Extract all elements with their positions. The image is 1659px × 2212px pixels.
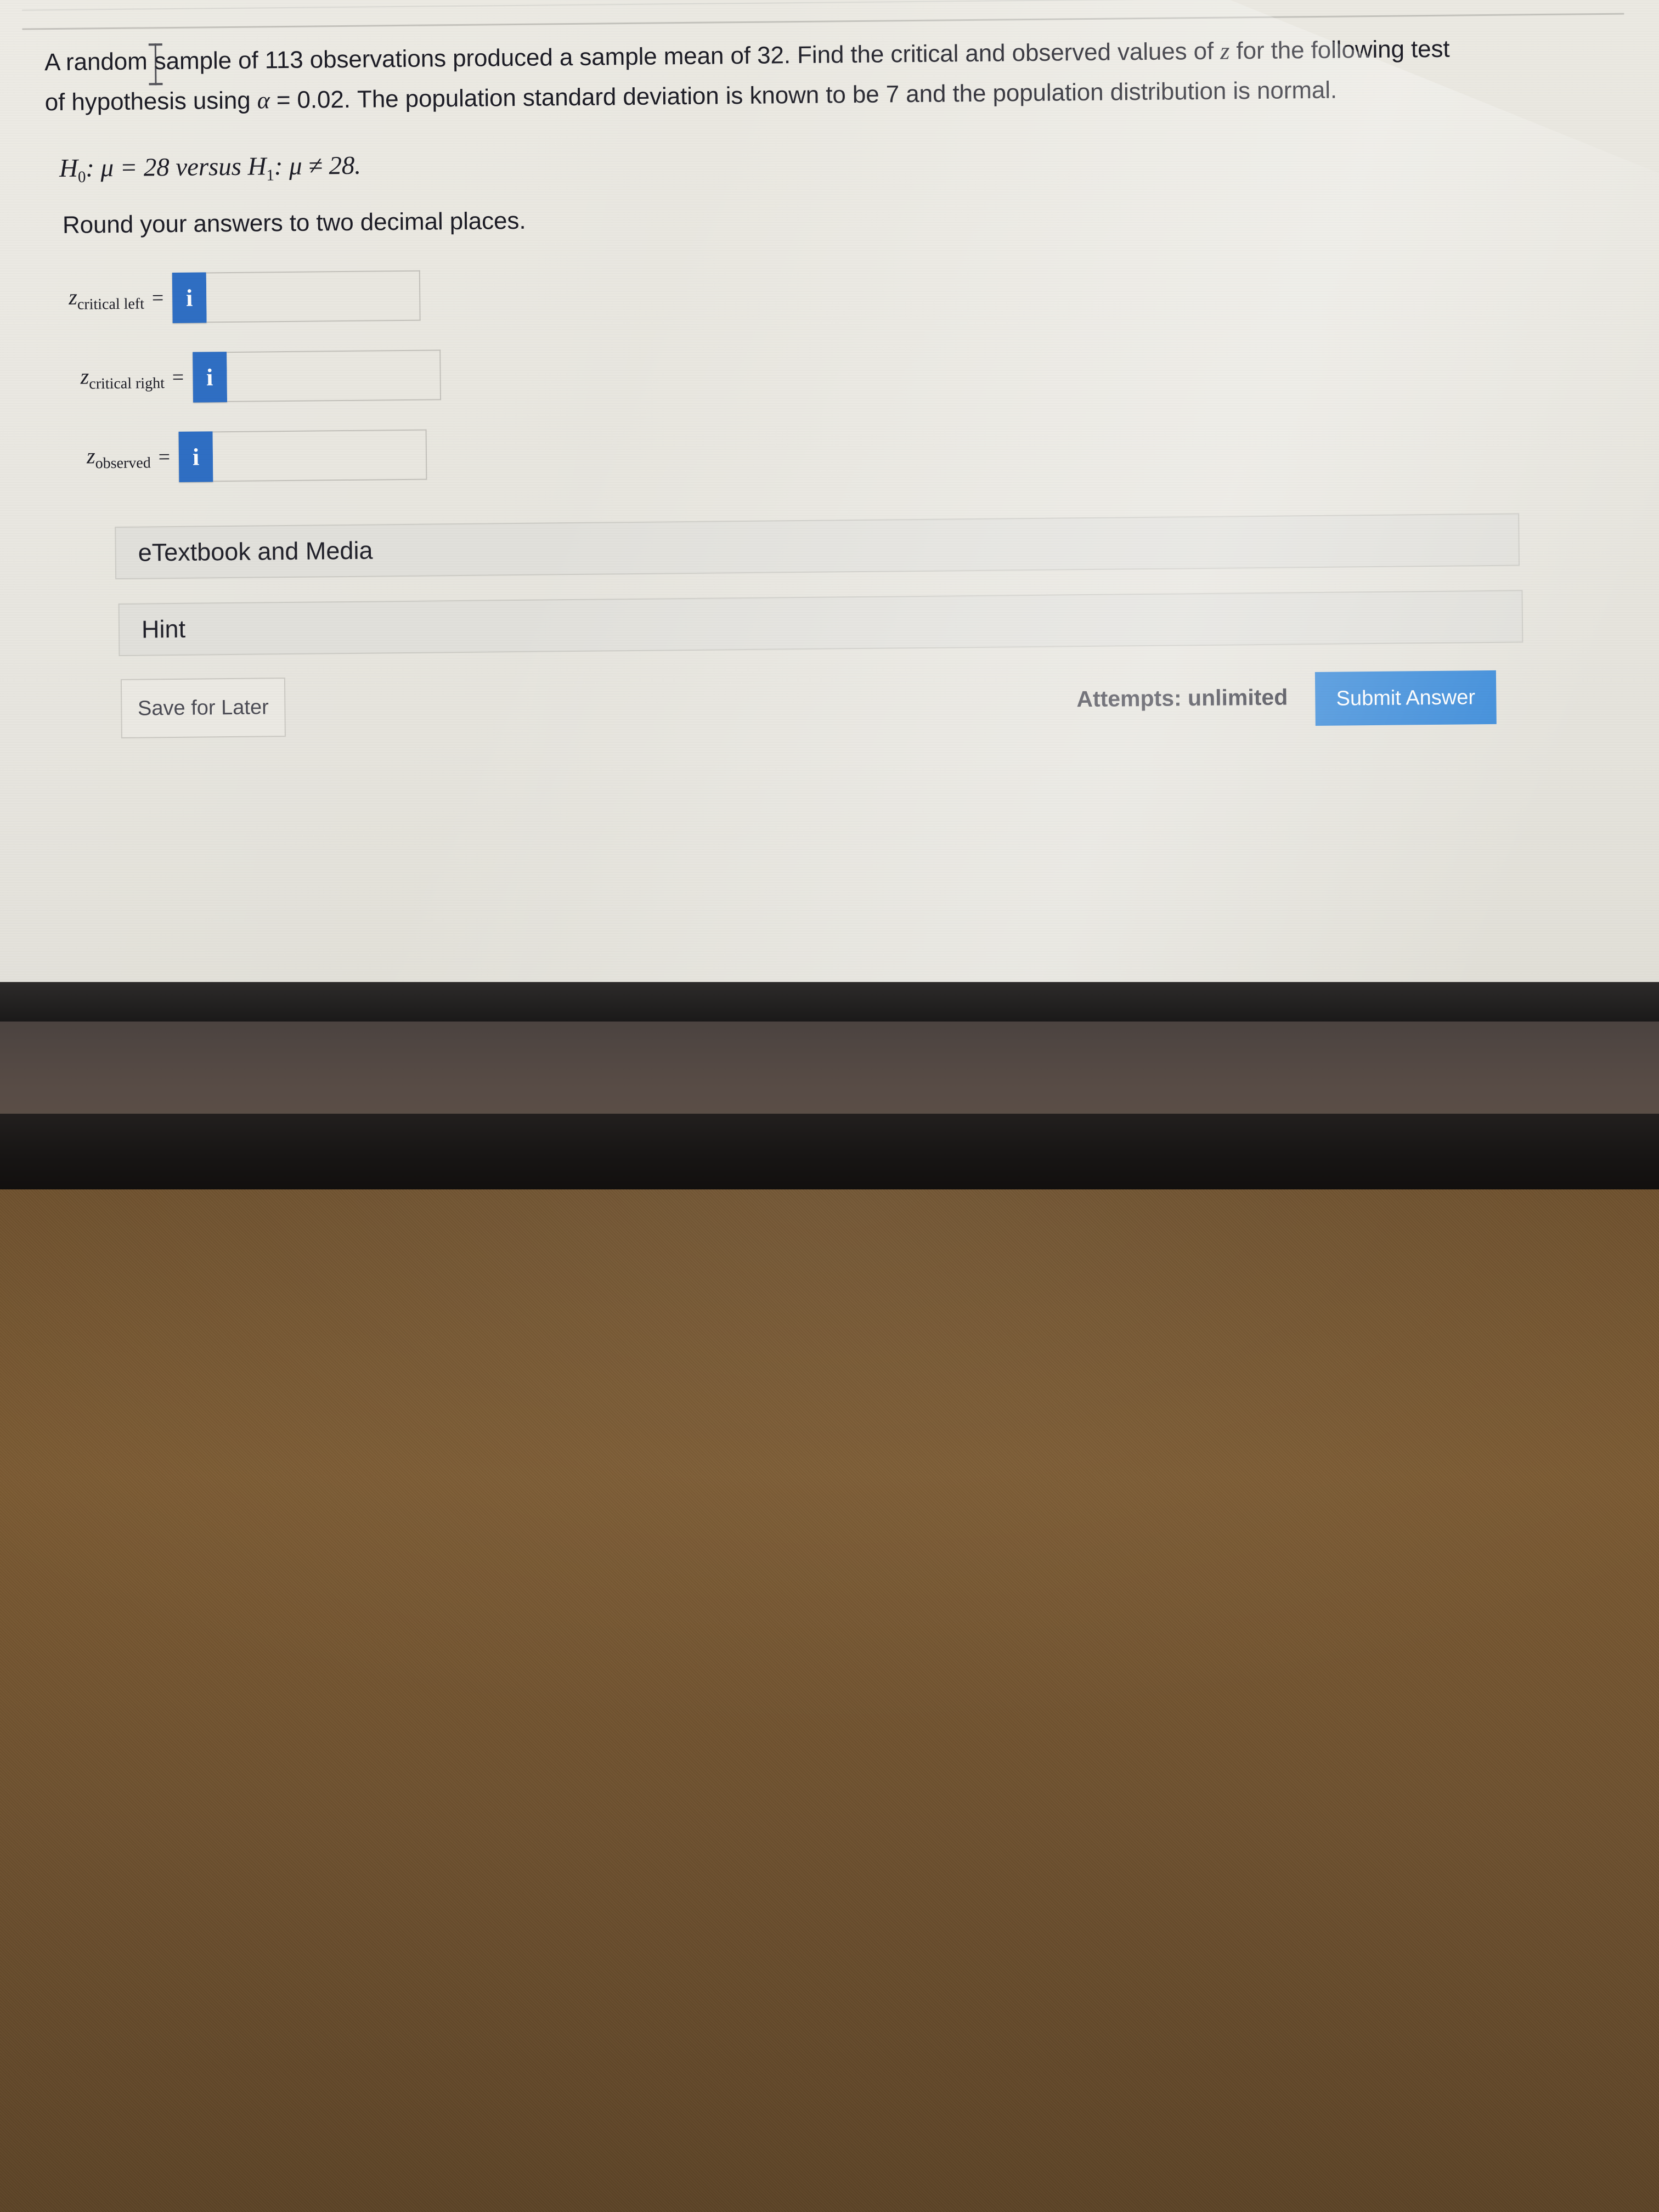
laptop-screen: A random sample of 113 observations prod… <box>0 0 1659 993</box>
label-z-critical-left: zcritical left <box>69 284 144 314</box>
z-subscript: observed <box>95 454 151 472</box>
rounding-instruction: Round your answers to two decimal places… <box>62 207 526 239</box>
z-subscript: critical left <box>77 295 145 313</box>
z-critical-left-input[interactable] <box>206 270 421 323</box>
z-base: z <box>86 443 95 469</box>
info-icon[interactable]: i <box>172 272 207 324</box>
h-alt-subscript: 1 <box>266 166 275 184</box>
z-subscript: critical right <box>89 375 165 393</box>
equals-sign: = <box>151 286 164 310</box>
answer-row-z-observed: zobserved = i <box>87 429 427 483</box>
answer-row-z-critical-left: zcritical left = i <box>69 270 421 324</box>
hint-accordion[interactable]: Hint <box>118 590 1523 656</box>
z-base: z <box>68 284 77 309</box>
h-alt: H <box>247 152 267 181</box>
z-critical-right-input[interactable] <box>226 349 441 403</box>
z-observed-input[interactable] <box>212 429 427 482</box>
laptop-hinge <box>0 1114 1659 1190</box>
h-null-rest: : μ = 28 versus <box>86 152 242 183</box>
hypothesis-statement: H0: μ = 28 versus H1: μ ≠ 28. <box>59 134 1541 198</box>
question-text-c: of hypothesis using <box>44 87 251 116</box>
submit-answer-button[interactable]: Submit Answer <box>1314 670 1497 726</box>
etextbook-and-media-accordion[interactable]: eTextbook and Media <box>115 513 1520 580</box>
h-null-subscript: 0 <box>77 168 86 187</box>
h-alt-rest: : μ ≠ 28. <box>274 151 362 181</box>
page-divider <box>22 13 1624 30</box>
h-null: H <box>59 154 78 183</box>
label-z-observed: zobserved <box>87 442 151 472</box>
question-variable-z: z <box>1220 37 1230 65</box>
question-text-d: = 0.02. The population standard deviatio… <box>276 76 1338 114</box>
equals-sign: = <box>172 365 184 390</box>
question-text-a: A random sample of 113 observations prod… <box>44 37 1214 76</box>
alpha-symbol: α <box>257 87 270 114</box>
browser-page: A random sample of 113 observations prod… <box>0 0 1659 993</box>
attempts-status: Attempts: unlimited <box>1076 684 1288 712</box>
page-divider-upper <box>22 0 1624 11</box>
keyboard-deck: F1 F2 F3 F4 F5 <box>0 1189 1659 2212</box>
question-text-b: for the following test <box>1236 35 1450 65</box>
label-z-critical-right: zcritical right <box>80 363 165 393</box>
save-for-later-button[interactable]: Save for Later <box>120 678 286 738</box>
info-icon[interactable]: i <box>178 431 213 482</box>
equals-sign: = <box>158 445 171 469</box>
answer-row-z-critical-right: zcritical right = i <box>80 349 441 403</box>
question-line-1: A random sample of 113 observations prod… <box>44 27 1598 122</box>
z-base: z <box>80 364 89 389</box>
info-icon[interactable]: i <box>192 352 227 403</box>
